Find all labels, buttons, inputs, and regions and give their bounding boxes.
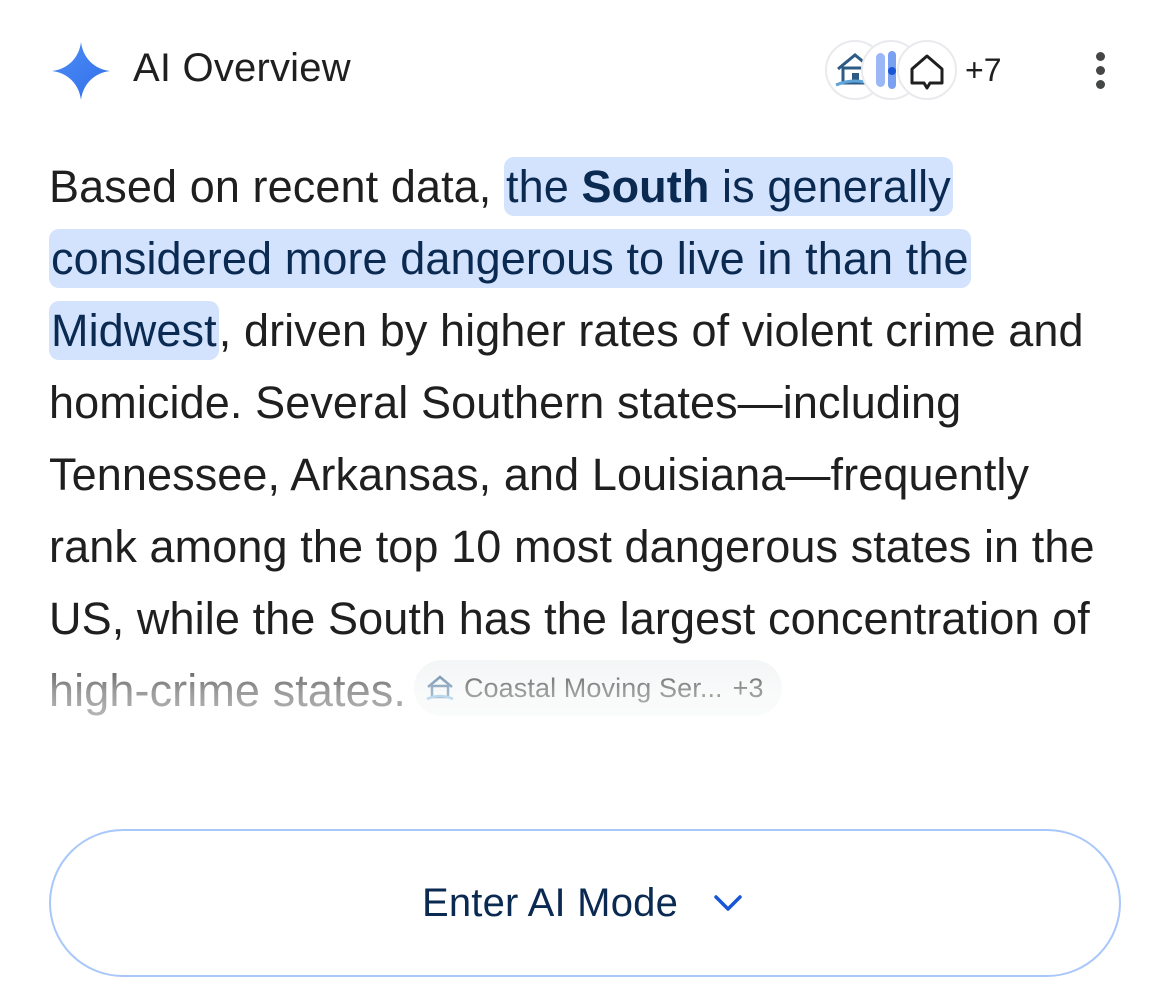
citation-more: +3 (732, 673, 764, 704)
ai-overview-card: AI Overview +7 Based on recent data, the… (0, 0, 1170, 1003)
citation-label: Coastal Moving Ser... (463, 673, 723, 704)
ai-overview-title: AI Overview (133, 46, 351, 90)
ai-overview-header: AI Overview +7 (50, 38, 1120, 108)
highlight-bold: South (581, 161, 710, 212)
overview-intro: Based on recent data, (49, 161, 505, 212)
house-outline-logo-icon[interactable] (897, 40, 957, 100)
more-vert-icon[interactable] (1092, 52, 1108, 94)
sources-more-count[interactable]: +7 (965, 52, 1001, 89)
citation-chip[interactable]: Coastal Moving Ser... +3 (413, 660, 782, 717)
enter-ai-mode-button[interactable]: Enter AI Mode (49, 829, 1121, 977)
house-logo-icon (426, 675, 454, 701)
sparkle-icon (52, 42, 110, 100)
source-avatars[interactable]: +7 (825, 38, 1001, 102)
enter-ai-mode-label: Enter AI Mode (421, 880, 679, 925)
highlight-pre: the (506, 161, 582, 212)
overview-text: Based on recent data, the South is gener… (49, 151, 1129, 727)
chevron-down-icon (714, 895, 742, 911)
